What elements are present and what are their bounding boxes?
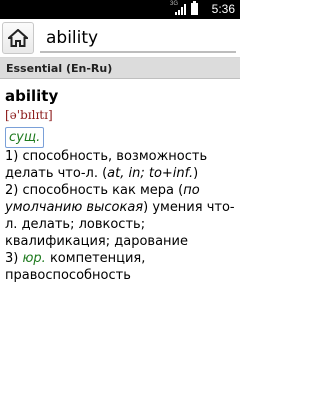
sense-note: at, in; to+inf. (107, 166, 194, 181)
status-icons (175, 1, 198, 15)
search-input[interactable]: ability (40, 24, 236, 53)
sense-number: 1) (5, 149, 19, 164)
search-bar: ability (0, 19, 240, 58)
part-of-speech[interactable]: сущ. (5, 127, 45, 148)
dictionary-entry: ability [ə'bɪlɪtɪ] сущ. 1) способность, … (5, 86, 237, 284)
clock: 5:36 (211, 2, 235, 16)
sense-1: 1) способность, возможность делать что-л… (5, 148, 237, 182)
dictionary-name: Essential (En-Ru) (0, 58, 240, 79)
headword: ability (5, 87, 59, 105)
sense-text: способность как мера ( (22, 183, 184, 198)
home-icon (8, 29, 28, 47)
status-bar: 3G 5:36 (0, 0, 240, 19)
signal-icon (175, 3, 186, 15)
sense-tail: ) (193, 166, 199, 181)
home-button[interactable] (2, 22, 34, 54)
battery-level (192, 4, 197, 14)
sense-label: юр. (22, 251, 46, 266)
battery-icon (191, 1, 198, 15)
sense-number: 3) (5, 251, 19, 266)
sense-number: 2) (5, 183, 19, 198)
transcription: [ə'bɪlɪtɪ] (5, 108, 53, 122)
sense-3: 3) юр. компетенция, правоспособность (5, 250, 237, 284)
sense-2: 2) способность как мера (по умолчанию вы… (5, 182, 237, 250)
